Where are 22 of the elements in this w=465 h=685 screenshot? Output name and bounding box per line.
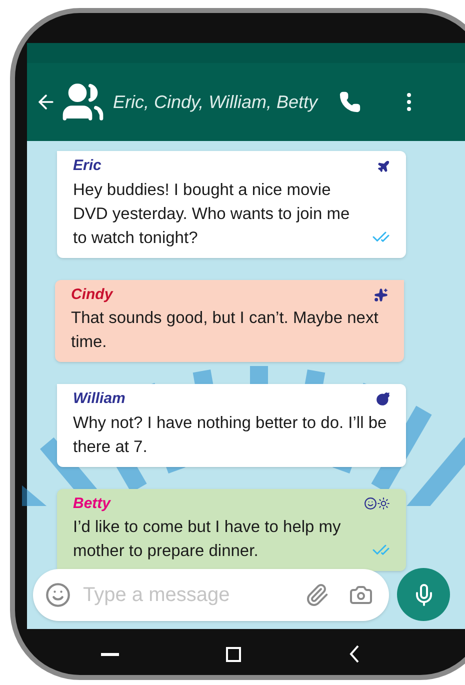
sparkle-icon	[374, 288, 388, 302]
message-placeholder: Type a message	[83, 582, 231, 608]
nav-back-icon[interactable]	[349, 645, 360, 663]
sender-name: William	[73, 389, 126, 409]
sender-name: Eric	[73, 156, 102, 176]
nav-home-icon[interactable]	[226, 646, 242, 662]
message-text: I’d like to come but I have to help my mother to prepare dinner.	[73, 517, 342, 562]
sender-name: Cindy	[71, 284, 113, 304]
message-text: Why not? I have nothing better to do. I’ll be there at 7.	[73, 412, 388, 458]
message-text: Hey buddies! I bought a nice movie DVD yesterday. Who wants to join me to watch tonight?	[73, 180, 351, 248]
attach-icon[interactable]	[305, 582, 329, 606]
emoji-icon[interactable]	[45, 582, 71, 608]
mic-button[interactable]	[397, 568, 450, 621]
sender-name: Betty	[73, 494, 111, 514]
call-icon[interactable]	[339, 91, 361, 113]
airplane-icon	[377, 160, 390, 173]
chat-title: Eric, Cindy, William, Betty	[113, 90, 320, 114]
bomb-icon	[376, 392, 390, 406]
nav-menu-icon[interactable]	[100, 652, 119, 656]
smiley-sun-icon	[364, 497, 390, 510]
message-text: That sounds good, but I can’t. Maybe next time.	[71, 308, 380, 353]
message-input-field[interactable]: Type a message	[33, 568, 389, 620]
